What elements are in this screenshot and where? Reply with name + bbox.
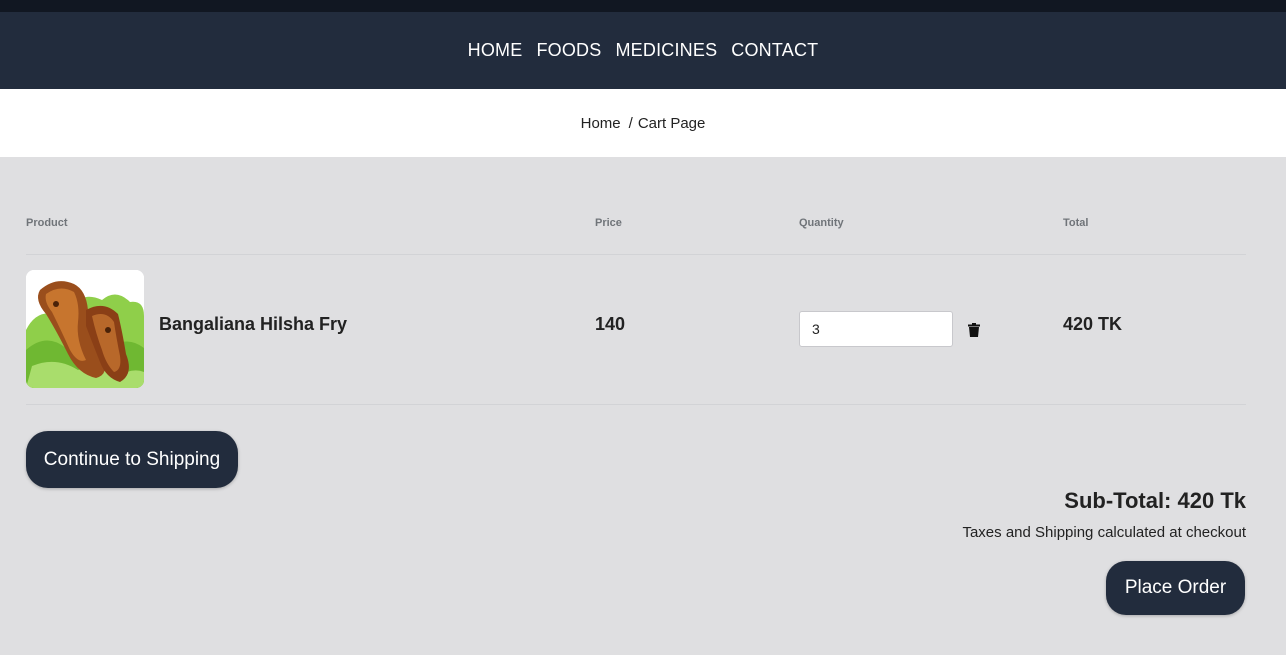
nav-foods[interactable]: FOODS — [536, 40, 601, 61]
checkout-note: Taxes and Shipping calculated at checkou… — [962, 524, 1246, 541]
subtotal-text: Sub-Total: 420 Tk — [1064, 488, 1246, 513]
row-divider — [26, 404, 1246, 405]
hilsha-fry-photo-icon — [26, 270, 144, 388]
breadcrumb-home[interactable]: Home — [581, 115, 621, 132]
header-total: Total — [1063, 217, 1089, 229]
product-price: 140 — [595, 314, 626, 334]
header-product: Product — [26, 217, 68, 229]
product-total: 420 TK — [1063, 314, 1123, 334]
main-navbar: HOME FOODS MEDICINES CONTACT — [0, 12, 1286, 89]
header-divider — [26, 254, 1246, 255]
quantity-input[interactable] — [799, 311, 953, 347]
place-order-button[interactable]: Place Order — [1106, 561, 1245, 615]
product-name[interactable]: Bangaliana Hilsha Fry — [159, 314, 347, 335]
continue-to-shipping-button[interactable]: Continue to Shipping — [26, 431, 238, 488]
product-image — [26, 270, 144, 388]
trash-icon[interactable] — [968, 323, 980, 337]
breadcrumb-separator: / — [628, 114, 633, 132]
breadcrumb: Home / Cart Page — [0, 89, 1286, 157]
breadcrumb-current: Cart Page — [637, 114, 706, 132]
top-strip — [0, 0, 1286, 12]
nav-contact[interactable]: CONTACT — [731, 40, 818, 61]
nav-home[interactable]: HOME — [468, 40, 523, 61]
nav-medicines[interactable]: MEDICINES — [615, 40, 717, 61]
header-price: Price — [595, 217, 622, 229]
header-quantity: Quantity — [799, 217, 844, 229]
